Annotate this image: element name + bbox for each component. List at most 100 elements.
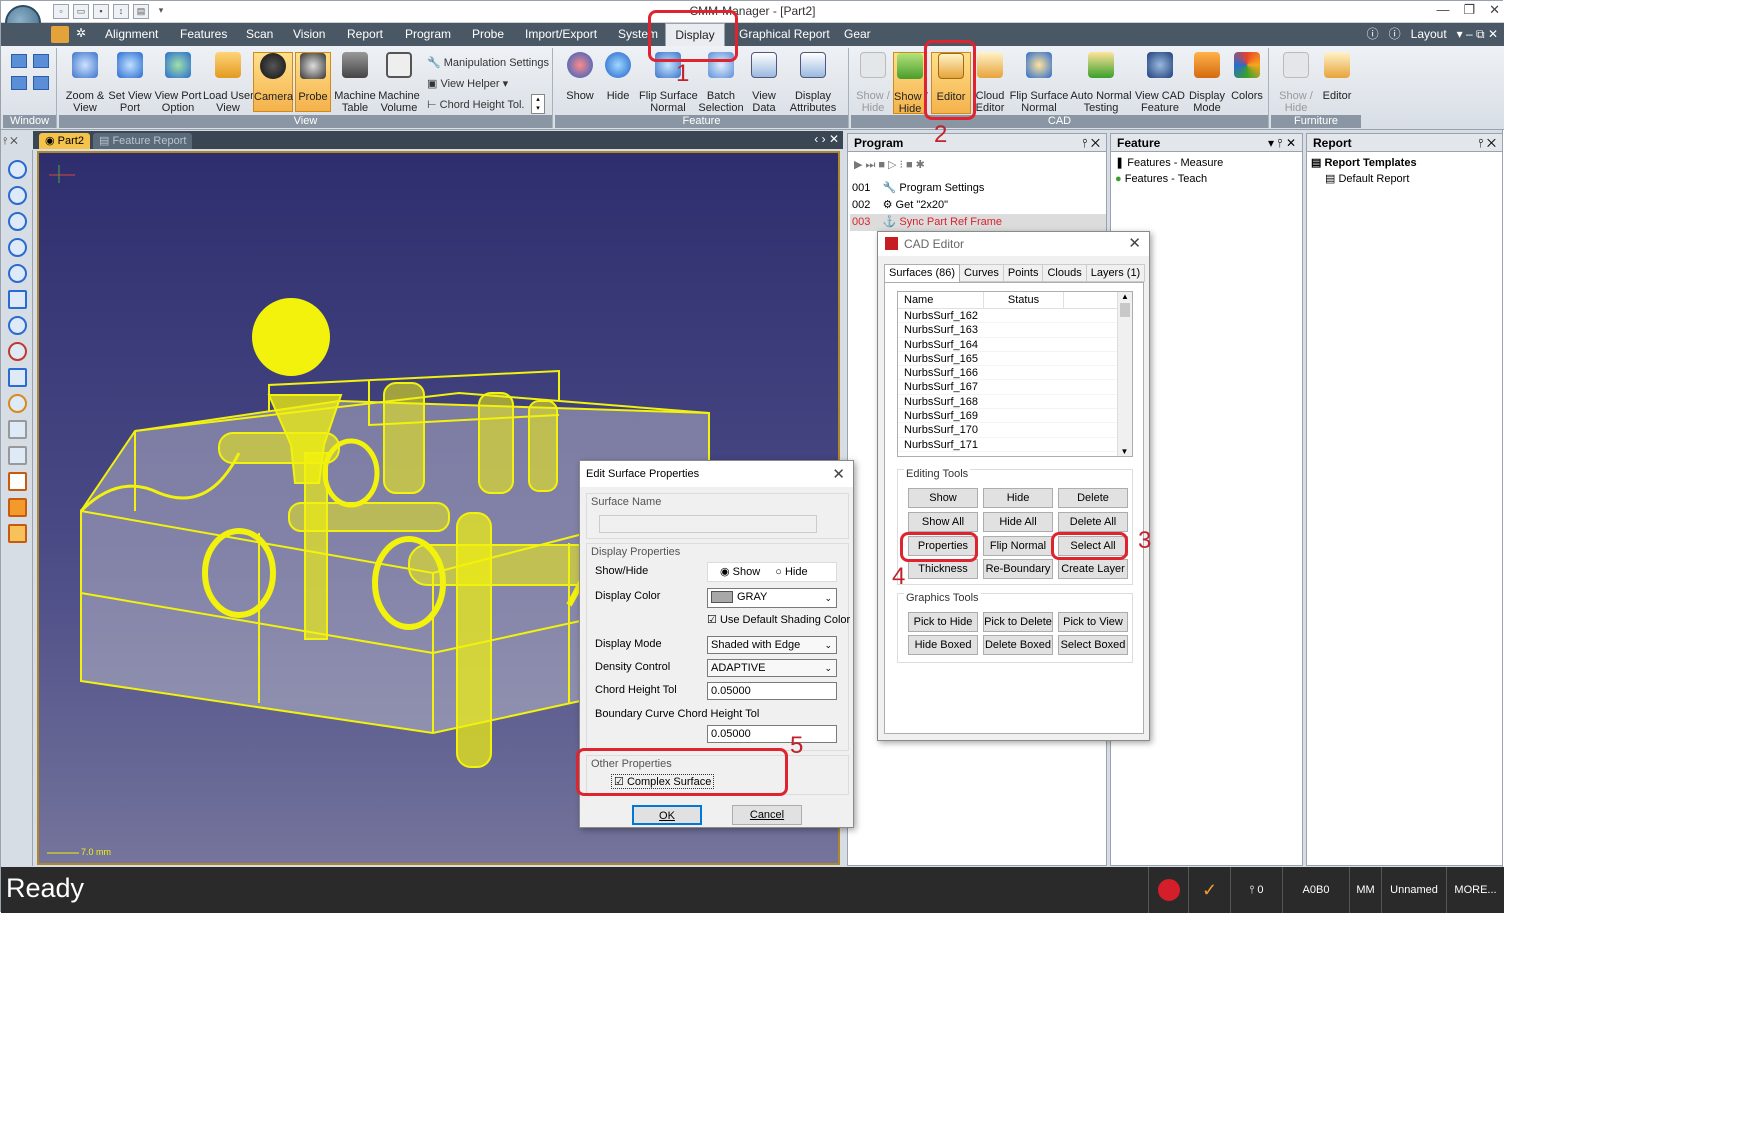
- program-row[interactable]: 002 ⚙ Get "2x20": [850, 197, 1106, 214]
- help-icon[interactable]: ⓘ: [1367, 23, 1379, 46]
- delete-button[interactable]: Delete: [1058, 488, 1128, 508]
- zoom-in-icon[interactable]: [8, 160, 27, 179]
- stop-icon[interactable]: ■: [878, 159, 888, 171]
- zoom-fit-icon[interactable]: [8, 238, 27, 257]
- delete-all-button[interactable]: Delete All: [1058, 512, 1128, 532]
- menu-alignment[interactable]: Alignment: [105, 23, 158, 46]
- tab-feature-report[interactable]: ▤ Feature Report: [93, 133, 193, 149]
- cad-show-hide-disabled-button[interactable]: Show / Hide: [855, 52, 891, 114]
- tab-clouds[interactable]: Clouds: [1043, 264, 1087, 282]
- menu-report[interactable]: Report: [347, 23, 383, 46]
- screen-capture-icon[interactable]: [8, 368, 27, 387]
- reset-rotate-icon[interactable]: [8, 342, 27, 361]
- settings-gear-icon[interactable]: ✲: [76, 26, 92, 42]
- cad-editor-close-icon[interactable]: ✕: [1128, 234, 1141, 252]
- ok-button[interactable]: OK: [632, 805, 702, 825]
- zoom-view-button[interactable]: Zoom & View: [63, 52, 107, 114]
- default-report-node[interactable]: ▤ Default Report: [1311, 171, 1498, 187]
- layout-dropdown[interactable]: Layout: [1411, 23, 1447, 46]
- shaded-edge-cube-icon[interactable]: [8, 524, 27, 543]
- density-control-select[interactable]: ADAPTIVE ⌄: [707, 659, 837, 677]
- display-mode-select[interactable]: Shaded with Edge ⌄: [707, 636, 837, 654]
- cad-show-hide-button[interactable]: Show / Hide: [893, 52, 928, 115]
- show-all-button[interactable]: Show All: [908, 512, 978, 532]
- display-mode-button[interactable]: Display Mode: [1187, 52, 1227, 114]
- tab-surfaces[interactable]: Surfaces (86): [884, 264, 961, 282]
- probe-status[interactable]: ⫯ 0: [1230, 867, 1282, 913]
- list-item[interactable]: NurbsSurf_162: [898, 309, 1132, 324]
- list-item[interactable]: NurbsSurf_163: [898, 323, 1132, 338]
- menu-scan[interactable]: Scan: [246, 23, 273, 46]
- menu-graphical-report[interactable]: Graphical Report: [739, 23, 830, 46]
- program-row[interactable]: 001 🔧 Program Settings: [850, 180, 1106, 197]
- list-item[interactable]: NurbsSurf_165: [898, 352, 1132, 367]
- menu-import-export[interactable]: Import/Export: [525, 23, 597, 46]
- green-run-icon[interactable]: [51, 26, 69, 43]
- list-item[interactable]: NurbsSurf_166: [898, 366, 1132, 381]
- report-templates-node[interactable]: ▤ Report Templates: [1311, 155, 1498, 171]
- restore-icon[interactable]: ❐: [1463, 2, 1475, 18]
- list-item[interactable]: NurbsSurf_168: [898, 395, 1132, 410]
- estop-status[interactable]: [1148, 867, 1188, 913]
- set-view-port-button[interactable]: Set View Port: [108, 52, 152, 114]
- chord-height-spinner[interactable]: ▴ ▾: [531, 94, 545, 114]
- info-icon[interactable]: ⓘ: [1389, 23, 1401, 46]
- cancel-button[interactable]: Cancel: [732, 805, 802, 825]
- feature-tree-item[interactable]: ● Features - Teach: [1115, 171, 1298, 187]
- scroll-down-icon[interactable]: ▼: [1118, 447, 1131, 456]
- feature-show-button[interactable]: Show: [563, 52, 597, 102]
- colors-button[interactable]: Colors: [1229, 52, 1265, 102]
- surface-name-field[interactable]: [599, 515, 817, 533]
- list-item[interactable]: NurbsSurf_169: [898, 409, 1132, 424]
- tab-nav-controls[interactable]: ‹ › ✕: [814, 132, 839, 146]
- wireframe-cube-icon[interactable]: [8, 472, 27, 491]
- zoom-window-icon[interactable]: [8, 212, 27, 231]
- panel-pin-close-icon[interactable]: ⫯ ✕: [1478, 134, 1502, 152]
- thickness-button[interactable]: Thickness: [908, 559, 978, 579]
- run-to-icon[interactable]: ▷: [888, 159, 899, 171]
- view-helper-button[interactable]: ▣ View Helper ▾: [427, 77, 508, 90]
- create-layer-button[interactable]: Create Layer: [1058, 559, 1128, 579]
- auto-normal-testing-button[interactable]: Auto Normal Testing: [1069, 52, 1133, 114]
- more-button[interactable]: MORE...: [1446, 867, 1504, 913]
- shaded-cube-icon[interactable]: [8, 498, 27, 517]
- list-item[interactable]: NurbsSurf_171: [898, 438, 1132, 452]
- surface-list[interactable]: Name Status NurbsSurf_162 NurbsSurf_163 …: [897, 291, 1133, 457]
- panel-pin-close-icon[interactable]: ⫯ ✕: [1082, 134, 1106, 152]
- cad-flip-surface-normal-button[interactable]: Flip Surface Normal: [1009, 52, 1069, 114]
- select-boxed-button[interactable]: Select Boxed: [1058, 635, 1128, 655]
- column-status[interactable]: Status: [984, 292, 1064, 308]
- ribbon-controls[interactable]: ▾ – ⧉ ✕: [1457, 23, 1498, 46]
- tab-points[interactable]: Points: [1003, 264, 1044, 282]
- flip-normal-button[interactable]: Flip Normal: [983, 536, 1053, 556]
- toolbar-pin-icon[interactable]: ⫯ ✕: [3, 136, 18, 147]
- menu-vision[interactable]: Vision: [293, 23, 325, 46]
- view-cad-feature-button[interactable]: View CAD Feature: [1135, 52, 1185, 114]
- column-name[interactable]: Name: [898, 292, 984, 308]
- tip-angle[interactable]: A0B0: [1282, 867, 1349, 913]
- chord-height-tol-field[interactable]: 0.05000: [707, 682, 837, 700]
- close-window-icon[interactable]: ✕: [1489, 2, 1500, 18]
- show-button[interactable]: Show: [908, 488, 978, 508]
- hide-button[interactable]: Hide: [983, 488, 1053, 508]
- view-front-icon[interactable]: [8, 446, 27, 465]
- zoom-all-icon[interactable]: [8, 264, 27, 283]
- pause-icon[interactable]: ■: [906, 159, 916, 171]
- arrange-windows-icon[interactable]: [11, 76, 27, 90]
- menu-program[interactable]: Program: [405, 23, 451, 46]
- cascade-windows-icon[interactable]: [33, 54, 49, 68]
- re-boundary-button[interactable]: Re-Boundary: [983, 559, 1053, 579]
- pan-icon[interactable]: [8, 290, 27, 309]
- probe-button[interactable]: Probe: [295, 52, 331, 112]
- view-port-option-button[interactable]: View Port Option: [153, 52, 203, 114]
- camera-button[interactable]: Camera: [253, 52, 293, 112]
- list-item[interactable]: NurbsSurf_167: [898, 380, 1132, 395]
- tile-windows-icon[interactable]: [11, 54, 27, 68]
- list-item[interactable]: NurbsSurf_164: [898, 338, 1132, 352]
- units[interactable]: MM: [1349, 867, 1381, 913]
- hide-radio[interactable]: ○: [775, 566, 782, 578]
- machine-volume-button[interactable]: Machine Volume: [377, 52, 421, 114]
- list-item[interactable]: NurbsSurf_170: [898, 423, 1132, 438]
- show-radio[interactable]: ◉: [720, 566, 730, 578]
- display-attributes-button[interactable]: Display Attributes: [783, 52, 843, 114]
